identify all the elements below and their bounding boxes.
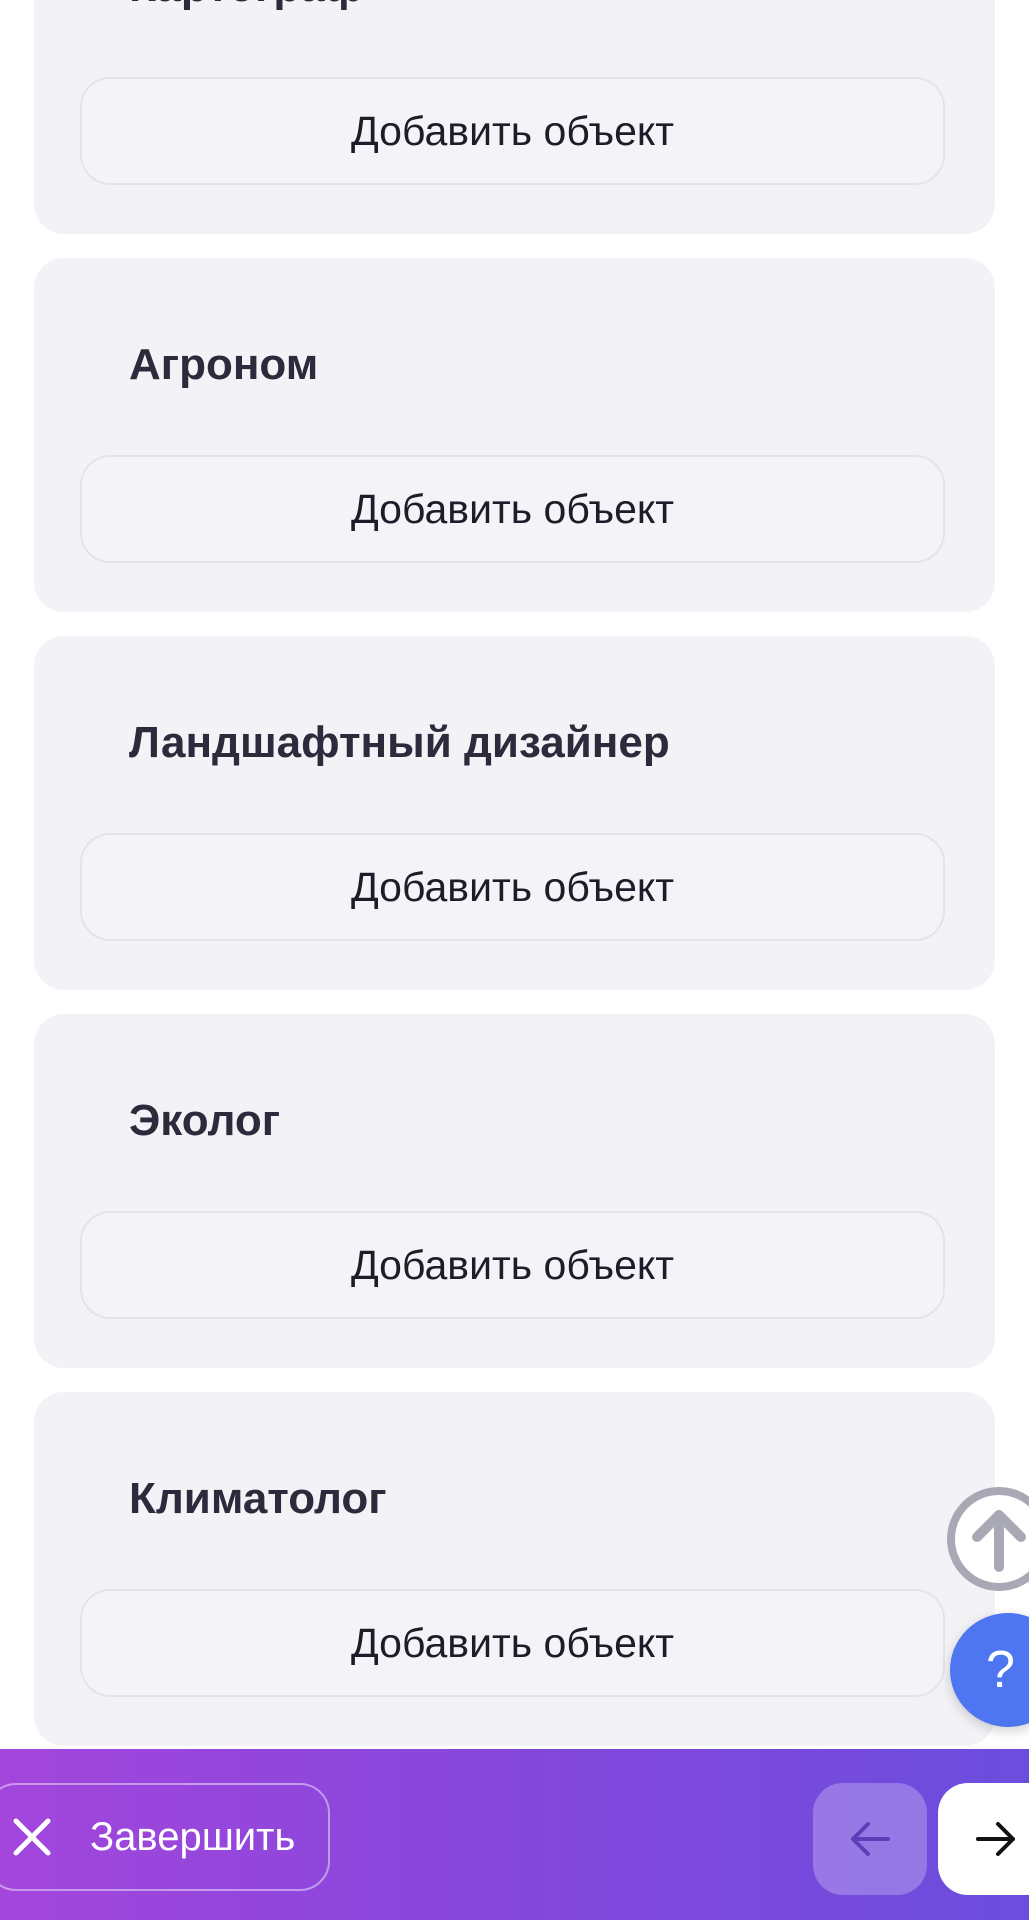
arrow-left-icon — [851, 1822, 890, 1856]
arrow-right-icon — [976, 1822, 1015, 1856]
profession-card-agronomist: Агроном Добавить объект — [34, 258, 995, 612]
card-title: Климатолог — [129, 1474, 387, 1523]
finish-button-label: Завершить — [90, 1814, 296, 1859]
card-title: Эколог — [129, 1096, 281, 1145]
profession-card-climatologist: Климатолог Добавить объект — [34, 1392, 995, 1746]
add-object-button[interactable]: Добавить объект — [80, 833, 945, 941]
profession-card-landscape-designer: Ландшафтный дизайнер Добавить объект — [34, 636, 995, 990]
arrow-up-icon — [972, 1510, 1026, 1572]
card-title: Ландшафтный дизайнер — [129, 718, 670, 767]
previous-button[interactable] — [813, 1783, 927, 1895]
help-icon: ? — [986, 1641, 1015, 1699]
finish-button[interactable]: Завершить — [0, 1783, 330, 1891]
bottom-navigation-bar: Завершить — [0, 1749, 1029, 1920]
profession-card-ecologist: Эколог Добавить объект — [34, 1014, 995, 1368]
card-title: Агроном — [129, 340, 319, 389]
close-icon — [13, 1818, 51, 1856]
profession-card-cartographer: Картограф Добавить объект — [34, 0, 995, 234]
add-object-button[interactable]: Добавить объект — [80, 455, 945, 563]
next-button[interactable] — [938, 1783, 1029, 1895]
card-title: Картограф — [129, 0, 363, 9]
add-object-button[interactable]: Добавить объект — [80, 1589, 945, 1697]
add-object-button[interactable]: Добавить объект — [80, 1211, 945, 1319]
add-object-button[interactable]: Добавить объект — [80, 77, 945, 185]
